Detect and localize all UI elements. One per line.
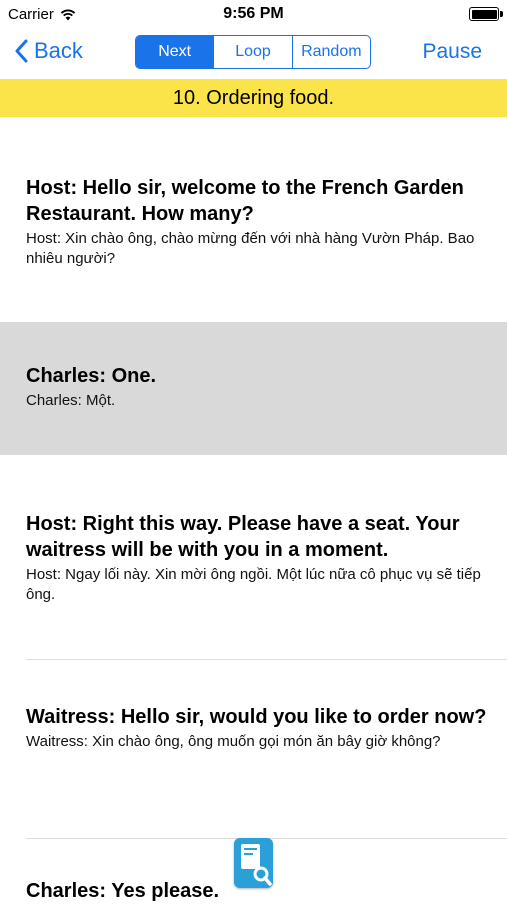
lesson-title: 10. Ordering food. [0,79,507,117]
segment-random[interactable]: Random [291,36,370,68]
chevron-left-icon [15,39,28,63]
vietnamese-line: Host: Ngay lối này. Xin mời ông ngồi. Mộ… [26,566,481,603]
pause-button[interactable]: Pause [422,40,482,64]
segment-loop[interactable]: Loop [213,36,291,68]
dialogue-row[interactable]: Host: Right this way. Please have a seat… [0,511,507,605]
english-line: Host: Hello sir, welcome to the French G… [26,177,464,225]
dialogue-row-selected[interactable]: Charles: One. Charles: Một. [0,322,507,455]
nav-bar: Back Next Loop Random Pause [0,30,507,78]
back-button[interactable]: Back [14,38,83,64]
dialogue-list: Host: Hello sir, welcome to the French G… [0,117,507,902]
playback-mode-control: Next Loop Random [135,35,371,69]
dictionary-search-icon-glyph [241,844,272,886]
status-time: 9:56 PM [223,5,284,22]
row-divider [26,659,507,660]
vietnamese-line: Waitress: Xin chào ông, ông muốn gọi món… [26,733,441,750]
battery-icon [469,7,503,21]
english-line: Waitress: Hello sir, would you like to o… [26,706,487,728]
vietnamese-line: Host: Xin chào ông, chào mừng đến với nh… [26,230,475,267]
english-line: Charles: One. [26,365,157,387]
back-label: Back [34,38,83,63]
segment-next[interactable]: Next [136,36,214,68]
status-bar: Carrier 9:56 PM [0,0,507,30]
dictionary-search-icon[interactable] [234,838,273,888]
english-line: Host: Right this way. Please have a seat… [26,513,460,561]
dialogue-row[interactable]: Host: Hello sir, welcome to the French G… [0,175,507,269]
vietnamese-line: Charles: Một. [26,392,116,409]
dialogue-row[interactable]: Waitress: Hello sir, would you like to o… [0,704,507,752]
